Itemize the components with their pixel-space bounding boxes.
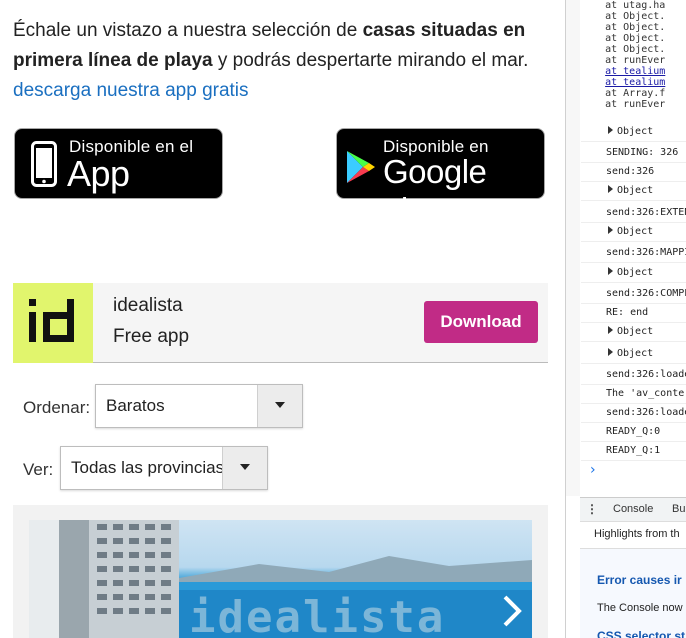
download-button[interactable]: Download bbox=[424, 301, 538, 343]
console-log-row: send:326:loade bbox=[581, 403, 686, 423]
sort-value: Baratos bbox=[106, 396, 165, 415]
console-log-row: The 'av_conter bbox=[581, 384, 686, 404]
stack-line: at Object. bbox=[605, 33, 666, 44]
whats-new-text: The Console now bbox=[597, 602, 683, 614]
expand-triangle-icon bbox=[608, 185, 613, 193]
app-name: idealista bbox=[113, 295, 183, 316]
console-log-row: READY_Q:1 bbox=[581, 441, 686, 461]
console-log-row: send:326:loade bbox=[581, 365, 686, 385]
expand-triangle-icon bbox=[608, 126, 613, 134]
google-play-icon bbox=[347, 151, 375, 183]
drawer-toolbar: ⋮ Console Bu bbox=[580, 497, 686, 522]
console-prompt-icon[interactable]: › bbox=[590, 462, 596, 478]
console-object-row[interactable]: Object bbox=[581, 263, 686, 283]
app-banner: idealista Free app Download bbox=[13, 283, 548, 363]
phone-icon bbox=[31, 141, 57, 187]
stack-line: at utag.ha bbox=[605, 0, 666, 11]
app-store-badge[interactable]: Disponible en el App Store bbox=[14, 128, 223, 236]
console-log-row: SENDING: 326 bbox=[581, 143, 686, 163]
console-log-row: send:326:MAPPI bbox=[581, 243, 686, 263]
chevron-down-icon bbox=[240, 464, 250, 470]
stack-trace: at utag.ha at Object. at Object. at Obje… bbox=[581, 0, 686, 118]
idealista-logo bbox=[13, 283, 93, 363]
intro-paragraph: Échale un vistazo a nuestra selección de… bbox=[13, 16, 553, 106]
stack-line: at Object. bbox=[605, 11, 666, 22]
stack-line: at Array.f bbox=[605, 88, 666, 99]
view-label: Ver: bbox=[23, 460, 54, 479]
console-log-row: READY_Q:0 bbox=[581, 422, 686, 442]
console-object-row[interactable]: Object bbox=[581, 222, 686, 242]
photo-watermark: idealista bbox=[189, 592, 446, 638]
stack-line-link[interactable]: at tealium bbox=[581, 66, 665, 77]
sort-select[interactable]: Baratos bbox=[95, 384, 303, 428]
id-logo-icon bbox=[29, 299, 74, 342]
more-options-icon[interactable]: ⋮ bbox=[586, 502, 598, 516]
chevron-right-icon[interactable] bbox=[500, 594, 524, 628]
google-play-badge[interactable]: Disponible en Google play bbox=[336, 128, 545, 228]
whats-new-heading[interactable]: Error causes ir bbox=[597, 573, 682, 587]
whats-new-panel: Error causes ir The Console now CSS sele… bbox=[580, 549, 686, 638]
province-value: Todas las provincias bbox=[71, 458, 225, 477]
console-object-row[interactable]: Object bbox=[581, 344, 686, 364]
console-log-row: send:326 bbox=[581, 162, 686, 182]
sort-dropdown-button[interactable] bbox=[257, 385, 302, 427]
stack-line: at runEver bbox=[605, 55, 666, 66]
listing-photo[interactable]: idealista bbox=[29, 520, 532, 638]
devtools-panel: at utag.ha at Object. at Object. at Obje… bbox=[565, 0, 686, 638]
sort-label: Ordenar: bbox=[23, 398, 91, 417]
province-select[interactable]: Todas las provincias bbox=[60, 446, 268, 490]
stack-line: at Object. bbox=[605, 22, 666, 33]
google-play-big-text: Google play bbox=[383, 153, 487, 228]
console-object-row[interactable]: Object bbox=[581, 322, 686, 342]
console-gutter bbox=[566, 0, 580, 496]
whats-new-heading[interactable]: CSS selector st bbox=[597, 629, 685, 638]
console-log-row: RE: end bbox=[581, 303, 686, 323]
intro-text: Échale un vistazo a nuestra selección de bbox=[13, 20, 363, 41]
app-store-big-text: App Store bbox=[67, 153, 151, 236]
stack-line: at Object. bbox=[605, 44, 666, 55]
console-object-row[interactable]: Object bbox=[581, 181, 686, 201]
web-page: Échale un vistazo a nuestra selección de… bbox=[0, 0, 565, 638]
listing-card[interactable]: idealista bbox=[13, 505, 548, 638]
expand-triangle-icon bbox=[608, 348, 613, 356]
province-dropdown-button[interactable] bbox=[222, 447, 267, 489]
tab-bu[interactable]: Bu bbox=[672, 503, 685, 515]
expand-triangle-icon bbox=[608, 226, 613, 234]
tab-console[interactable]: Console bbox=[613, 503, 653, 515]
console-log-row: send:326:COMPL bbox=[581, 284, 686, 304]
stack-line-link[interactable]: at tealium bbox=[581, 77, 665, 88]
expand-triangle-icon bbox=[608, 326, 613, 334]
intro-suffix: y podrás despertarte mirando el mar. bbox=[212, 50, 529, 71]
download-app-link[interactable]: descarga nuestra app gratis bbox=[13, 76, 553, 106]
console-log-row: send:326:EXTEN bbox=[581, 203, 686, 223]
chevron-down-icon bbox=[275, 402, 285, 408]
stack-line: at runEver bbox=[605, 99, 666, 110]
console-object-row[interactable]: Object bbox=[581, 122, 686, 142]
app-subtitle: Free app bbox=[113, 326, 190, 347]
whats-new-title: Highlights from th bbox=[580, 523, 686, 549]
expand-triangle-icon bbox=[608, 267, 613, 275]
